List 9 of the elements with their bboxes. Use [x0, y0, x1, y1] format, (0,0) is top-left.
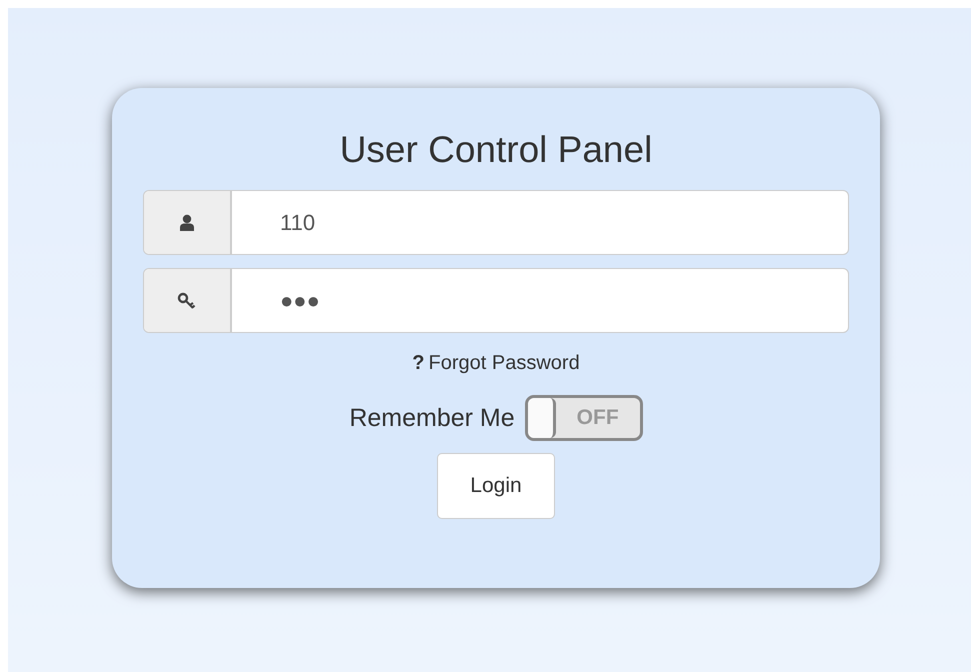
login-button[interactable]: Login: [437, 453, 555, 519]
forgot-password-link[interactable]: Forgot Password: [428, 352, 580, 375]
remember-me-label: Remember Me: [349, 404, 515, 432]
input-field[interactable]: 110: [143, 190, 849, 255]
key-icon: [177, 292, 197, 310]
panel-title: User Control Panel: [340, 128, 652, 172]
help-icon: ?: [412, 352, 425, 375]
input-field[interactable]: ●●●: [143, 268, 849, 333]
user-icon: [179, 214, 195, 231]
